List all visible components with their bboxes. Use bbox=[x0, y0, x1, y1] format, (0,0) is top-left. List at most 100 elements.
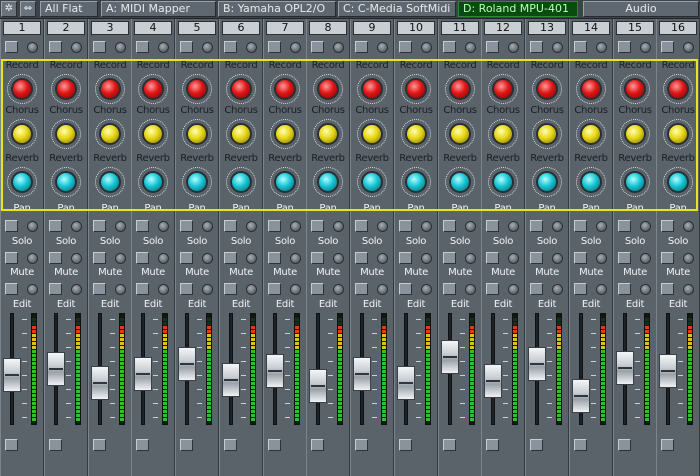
channel-11-record-knob[interactable] bbox=[449, 78, 471, 100]
channel-15-solo-button[interactable] bbox=[618, 220, 631, 232]
channel-16-edit-button[interactable] bbox=[661, 283, 674, 295]
channel-1-chorus-knob[interactable] bbox=[11, 123, 33, 145]
channel-7-solo-button[interactable] bbox=[268, 220, 281, 232]
channel-8-solo-button[interactable] bbox=[311, 220, 324, 232]
channel-1-record-knob[interactable] bbox=[11, 78, 33, 100]
channel-13-mute-button[interactable] bbox=[530, 252, 543, 264]
channel-3-solo-button[interactable] bbox=[93, 220, 106, 232]
channel-13-solo-button[interactable] bbox=[530, 220, 543, 232]
all-flat-button[interactable]: All Flat bbox=[40, 1, 98, 17]
channel-15-edit-button[interactable] bbox=[618, 283, 631, 295]
channel-6-volume-fader[interactable] bbox=[222, 363, 240, 397]
channel-16-bottom-button[interactable] bbox=[661, 439, 674, 451]
channel-3-mute-button[interactable] bbox=[93, 252, 106, 264]
channel-1-solo-button[interactable] bbox=[5, 220, 18, 232]
channel-10-record-knob[interactable] bbox=[405, 78, 427, 100]
channel-8-reverb-knob[interactable] bbox=[317, 171, 339, 193]
channel-12-record-knob[interactable] bbox=[492, 78, 514, 100]
channel-2-solo-button[interactable] bbox=[49, 220, 62, 232]
channel-6-record-knob[interactable] bbox=[230, 78, 252, 100]
channel-5-volume-fader[interactable] bbox=[178, 347, 196, 381]
channel-14-mute-button[interactable] bbox=[574, 252, 587, 264]
channel-11-solo-button[interactable] bbox=[443, 220, 456, 232]
channel-2-reverb-knob[interactable] bbox=[55, 171, 77, 193]
channel-12-bottom-button[interactable] bbox=[486, 439, 499, 451]
channel-9-select-button[interactable] bbox=[355, 41, 368, 53]
channel-7-edit-button[interactable] bbox=[268, 283, 281, 295]
channel-3-chorus-knob[interactable] bbox=[99, 123, 121, 145]
channel-4-solo-button[interactable] bbox=[136, 220, 149, 232]
channel-5-mute-button[interactable] bbox=[180, 252, 193, 264]
channel-4-bottom-button[interactable] bbox=[136, 439, 149, 451]
channel-9-chorus-knob[interactable] bbox=[361, 123, 383, 145]
channel-6-bottom-button[interactable] bbox=[224, 439, 237, 451]
port-tab-c[interactable]: C: C-Media SoftMidi bbox=[338, 1, 456, 17]
channel-7-select-button[interactable] bbox=[268, 41, 281, 53]
channel-4-chorus-knob[interactable] bbox=[142, 123, 164, 145]
channel-1-bottom-button[interactable] bbox=[5, 439, 18, 451]
channel-10-solo-button[interactable] bbox=[399, 220, 412, 232]
channel-15-volume-fader[interactable] bbox=[616, 351, 634, 385]
channel-15-bottom-button[interactable] bbox=[618, 439, 631, 451]
channel-8-edit-button[interactable] bbox=[311, 283, 324, 295]
channel-11-reverb-knob[interactable] bbox=[449, 171, 471, 193]
port-tab-d[interactable]: D: Roland MPU-401 bbox=[458, 1, 578, 17]
channel-14-select-button[interactable] bbox=[574, 41, 587, 53]
channel-2-select-button[interactable] bbox=[49, 41, 62, 53]
channel-6-select-button[interactable] bbox=[224, 41, 237, 53]
channel-16-chorus-knob[interactable] bbox=[667, 123, 689, 145]
channel-5-record-knob[interactable] bbox=[186, 78, 208, 100]
channel-12-select-button[interactable] bbox=[486, 41, 499, 53]
channel-2-edit-button[interactable] bbox=[49, 283, 62, 295]
channel-4-record-knob[interactable] bbox=[142, 78, 164, 100]
channel-7-chorus-knob[interactable] bbox=[274, 123, 296, 145]
channel-16-mute-button[interactable] bbox=[661, 252, 674, 264]
channel-5-bottom-button[interactable] bbox=[180, 439, 193, 451]
channel-13-record-knob[interactable] bbox=[536, 78, 558, 100]
channel-14-volume-fader[interactable] bbox=[572, 379, 590, 413]
channel-16-record-knob[interactable] bbox=[667, 78, 689, 100]
channel-12-reverb-knob[interactable] bbox=[492, 171, 514, 193]
channel-10-select-button[interactable] bbox=[399, 41, 412, 53]
channel-1-reverb-knob[interactable] bbox=[11, 171, 33, 193]
channel-5-select-button[interactable] bbox=[180, 41, 193, 53]
channel-10-mute-button[interactable] bbox=[399, 252, 412, 264]
channel-5-chorus-knob[interactable] bbox=[186, 123, 208, 145]
channel-13-edit-button[interactable] bbox=[530, 283, 543, 295]
channel-8-volume-fader[interactable] bbox=[309, 369, 327, 403]
channel-15-select-button[interactable] bbox=[618, 41, 631, 53]
channel-14-bottom-button[interactable] bbox=[574, 439, 587, 451]
channel-8-select-button[interactable] bbox=[311, 41, 324, 53]
channel-4-edit-button[interactable] bbox=[136, 283, 149, 295]
channel-13-volume-fader[interactable] bbox=[528, 347, 546, 381]
channel-1-edit-button[interactable] bbox=[5, 283, 18, 295]
channel-10-volume-fader[interactable] bbox=[397, 366, 415, 400]
channel-3-select-button[interactable] bbox=[93, 41, 106, 53]
channel-1-mute-button[interactable] bbox=[5, 252, 18, 264]
channel-11-bottom-button[interactable] bbox=[443, 439, 456, 451]
channel-6-reverb-knob[interactable] bbox=[230, 171, 252, 193]
channel-9-record-knob[interactable] bbox=[361, 78, 383, 100]
channel-14-solo-button[interactable] bbox=[574, 220, 587, 232]
channel-15-reverb-knob[interactable] bbox=[624, 171, 646, 193]
channel-10-chorus-knob[interactable] bbox=[405, 123, 427, 145]
audio-button[interactable]: Audio bbox=[583, 1, 699, 17]
channel-3-bottom-button[interactable] bbox=[93, 439, 106, 451]
channel-9-reverb-knob[interactable] bbox=[361, 171, 383, 193]
channel-9-solo-button[interactable] bbox=[355, 220, 368, 232]
channel-9-mute-button[interactable] bbox=[355, 252, 368, 264]
channel-8-mute-button[interactable] bbox=[311, 252, 324, 264]
channel-10-edit-button[interactable] bbox=[399, 283, 412, 295]
channel-9-volume-fader[interactable] bbox=[353, 357, 371, 391]
channel-8-chorus-knob[interactable] bbox=[317, 123, 339, 145]
channel-6-chorus-knob[interactable] bbox=[230, 123, 252, 145]
channel-16-select-button[interactable] bbox=[661, 41, 674, 53]
channel-3-edit-button[interactable] bbox=[93, 283, 106, 295]
port-tab-a[interactable]: A: MIDI Mapper bbox=[101, 1, 216, 17]
channel-9-bottom-button[interactable] bbox=[355, 439, 368, 451]
channel-11-mute-button[interactable] bbox=[443, 252, 456, 264]
channel-16-solo-button[interactable] bbox=[661, 220, 674, 232]
channel-2-chorus-knob[interactable] bbox=[55, 123, 77, 145]
channel-4-mute-button[interactable] bbox=[136, 252, 149, 264]
channel-1-select-button[interactable] bbox=[5, 41, 18, 53]
